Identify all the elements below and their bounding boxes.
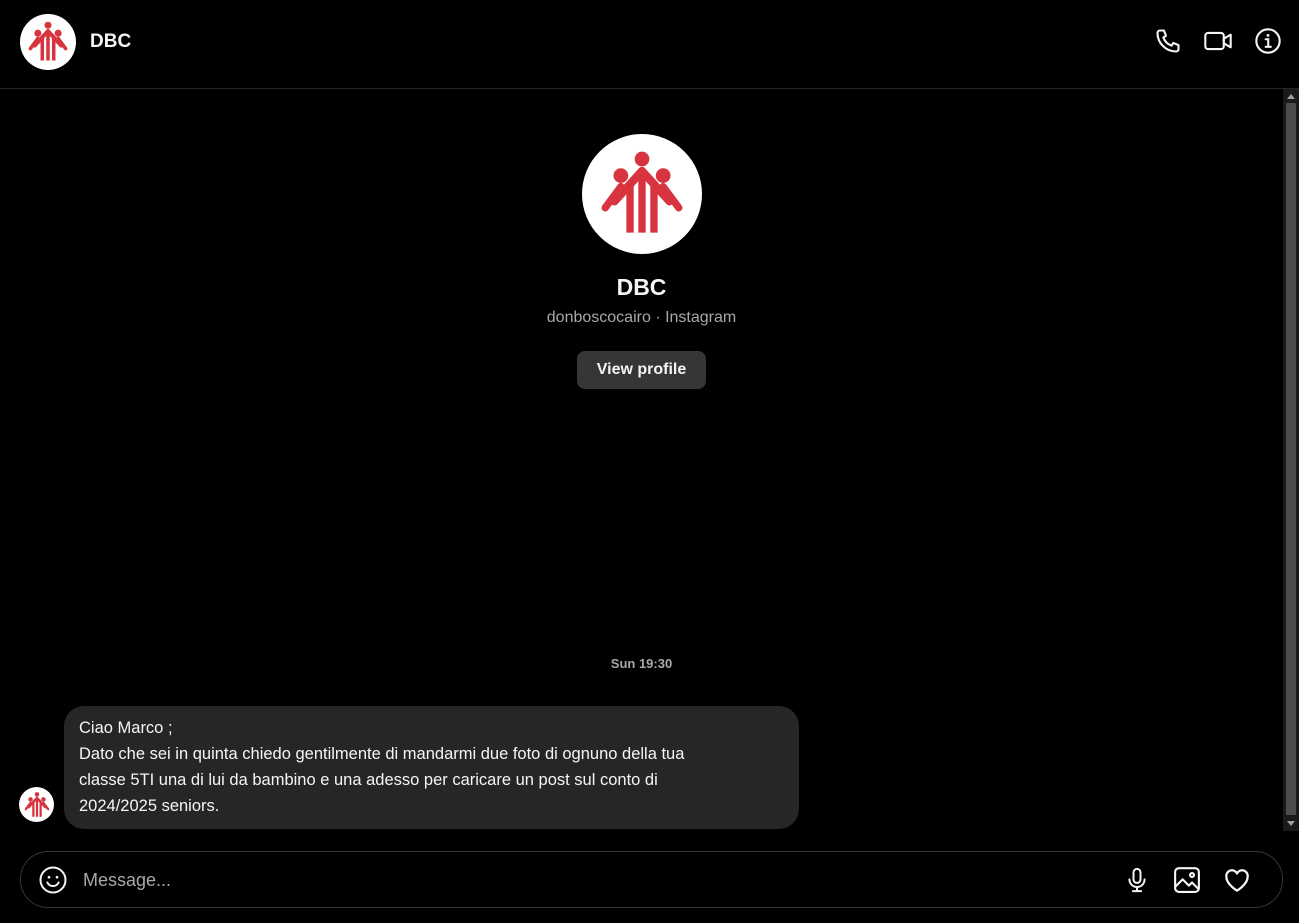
message-line: classe 5TI una di lui da bambino e una a… xyxy=(79,771,658,789)
phone-icon[interactable] xyxy=(1153,26,1183,56)
salesian-logo-icon xyxy=(28,21,68,61)
header-actions xyxy=(1153,26,1283,56)
profile-avatar xyxy=(581,134,702,254)
salesian-logo-icon xyxy=(24,791,49,817)
video-call-icon[interactable] xyxy=(1203,26,1233,56)
profile-card: DBC donboscocairo · Instagram View profi… xyxy=(0,134,1283,389)
scrollbar-thumb[interactable] xyxy=(1286,103,1296,815)
view-profile-button[interactable]: View profile xyxy=(576,351,707,389)
scroll-up-arrow-icon[interactable] xyxy=(1287,94,1295,99)
contact-avatar[interactable] xyxy=(20,14,76,70)
message-timestamp: Sun 19:30 xyxy=(610,656,673,671)
emoji-icon[interactable] xyxy=(38,865,68,895)
salesian-logo-icon xyxy=(601,151,682,233)
profile-name: DBC xyxy=(616,274,667,300)
message-scrollbar[interactable] xyxy=(1283,89,1299,831)
microphone-icon[interactable] xyxy=(1122,865,1152,895)
message-composer xyxy=(20,851,1283,908)
image-icon[interactable] xyxy=(1172,865,1202,895)
contact-name[interactable]: DBC xyxy=(90,31,131,53)
message-line: 2024/2025 seniors. xyxy=(79,797,220,815)
info-icon[interactable] xyxy=(1253,26,1283,56)
message-line: Ciao Marco ; xyxy=(79,719,173,737)
scroll-down-arrow-icon[interactable] xyxy=(1287,821,1295,826)
message-input[interactable] xyxy=(83,862,1103,898)
message-sender-avatar[interactable] xyxy=(19,787,54,822)
message-line: Dato che sei in quinta chiedo gentilment… xyxy=(79,745,685,763)
message-bubble[interactable]: Ciao Marco ; Dato che sei in quinta chie… xyxy=(64,706,799,829)
heart-icon[interactable] xyxy=(1222,865,1252,895)
chat-header: DBC xyxy=(0,0,1299,89)
profile-subtitle: donboscocairo · Instagram xyxy=(546,309,737,326)
composer-actions xyxy=(1122,865,1252,895)
